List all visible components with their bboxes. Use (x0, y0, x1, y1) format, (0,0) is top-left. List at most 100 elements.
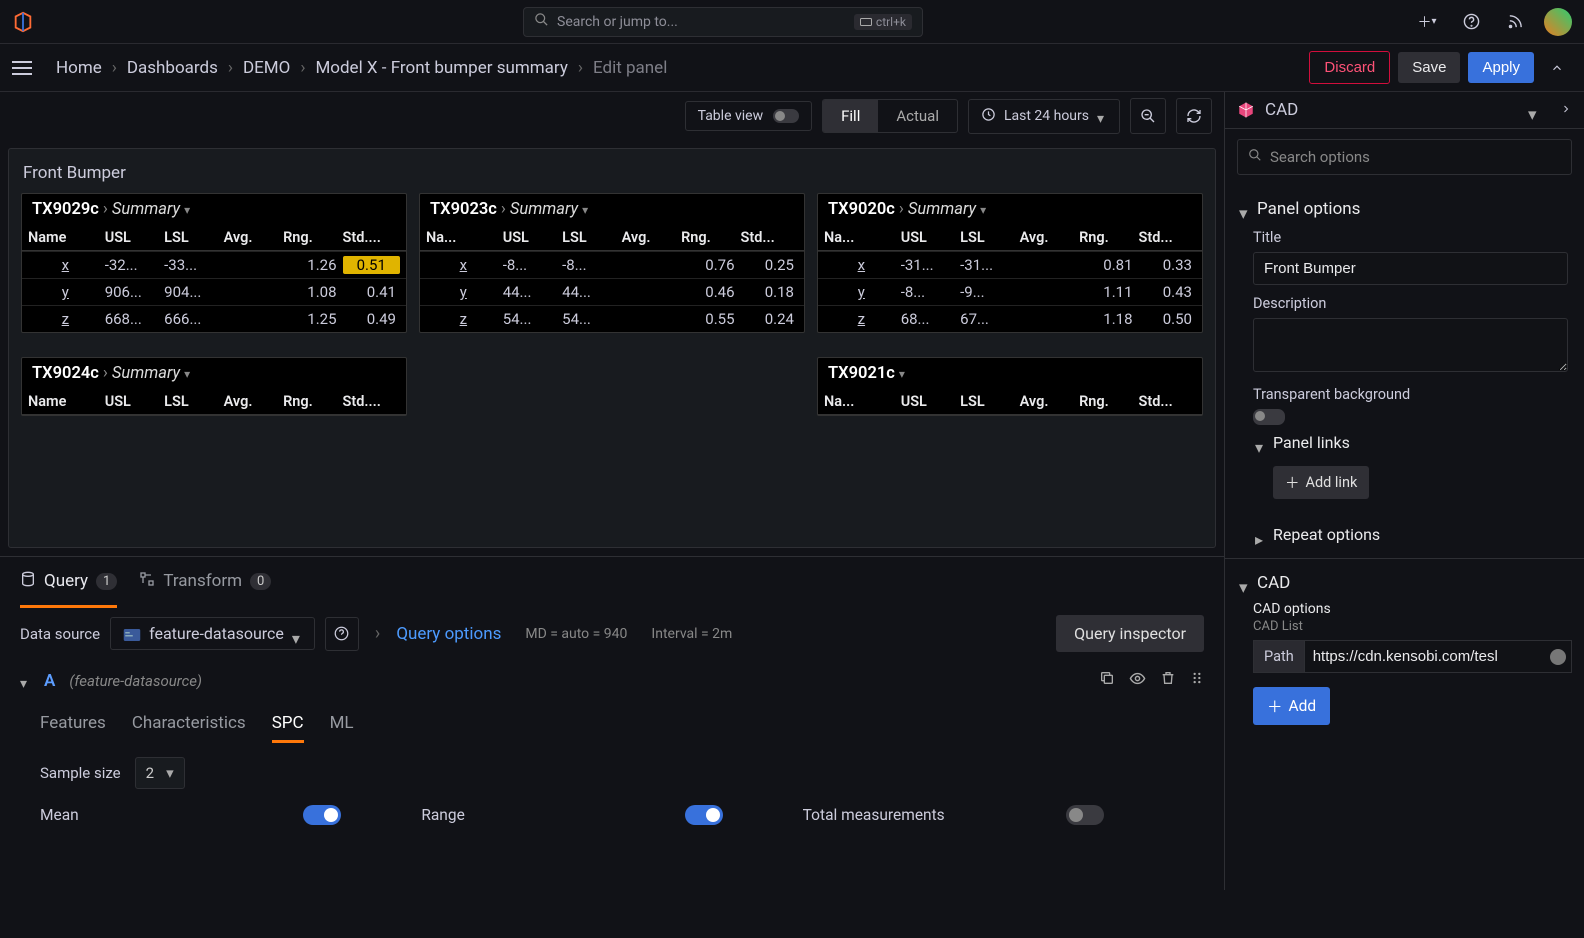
section-panel-options[interactable]: Panel options (1239, 199, 1570, 219)
add-link-button[interactable]: ＋Add link (1273, 466, 1369, 499)
cad-add-button[interactable]: ＋Add (1253, 687, 1330, 725)
table-view-switch[interactable] (773, 109, 799, 123)
search-shortcut: ctrl+k (854, 14, 912, 30)
column-header: Na... (824, 393, 899, 410)
column-header: USL (105, 229, 162, 246)
app-logo[interactable] (12, 11, 34, 33)
table-header[interactable]: TX9029c › Summary ▾ (22, 194, 406, 225)
table-header[interactable]: TX9024c › Summary ▾ (22, 358, 406, 389)
add-menu[interactable]: ＋ ▾ (1412, 7, 1442, 37)
summary-table: TX9020c › Summary ▾Na...USLLSLAvg.Rng.St… (817, 193, 1203, 333)
query-interval: Interval = 2m (651, 626, 732, 642)
table-row: z668...666...1.250.49 (22, 305, 406, 332)
apply-button[interactable]: Apply (1468, 52, 1534, 83)
column-header: Std.... (343, 393, 400, 410)
table-row: x-31...-31...0.810.33 (818, 251, 1202, 278)
column-header: Name (28, 393, 103, 410)
global-search[interactable]: Search or jump to... ctrl+k (523, 7, 923, 37)
table-row: x-8...-8...0.760.25 (420, 251, 804, 278)
column-header: Std.... (343, 229, 400, 246)
column-header: Avg. (1020, 229, 1077, 246)
column-header: LSL (164, 393, 221, 410)
breadcrumb: Home› Dashboards› DEMO› Model X - Front … (56, 58, 667, 78)
tab-transform[interactable]: Transform 0 (139, 561, 271, 602)
sample-size-select[interactable]: 2 (135, 757, 185, 789)
table-row: y-8...-9...1.110.43 (818, 278, 1202, 305)
tab-query[interactable]: Query 1 (20, 561, 117, 602)
cad-path-input[interactable] (1304, 640, 1572, 673)
inner-tab-spc[interactable]: SPC (272, 705, 304, 741)
fill-actual-segmented: Fill Actual (822, 99, 958, 133)
column-header: Std... (741, 229, 798, 246)
datasource-help[interactable] (325, 617, 359, 651)
discard-button[interactable]: Discard (1309, 51, 1390, 84)
time-range-picker[interactable]: Last 24 hours (968, 99, 1120, 134)
transparent-bg-switch[interactable] (1253, 409, 1285, 425)
loading-indicator-icon (1550, 649, 1566, 665)
panel-preview: Front Bumper TX9029c › Summary ▾NameUSLL… (8, 148, 1216, 548)
collapse-sidepane-icon[interactable] (1542, 53, 1572, 83)
table-header[interactable]: TX9020c › Summary ▾ (818, 194, 1202, 225)
inner-tab-characteristics[interactable]: Characteristics (132, 705, 246, 741)
column-header: USL (105, 393, 162, 410)
table-view-toggle[interactable]: Table view (685, 101, 813, 131)
description-input[interactable] (1253, 318, 1568, 372)
viz-type-name[interactable]: CAD (1265, 100, 1298, 120)
inner-tab-features[interactable]: Features (40, 705, 106, 741)
clock-icon (981, 107, 996, 126)
column-header: Rng. (283, 229, 340, 246)
column-header: Avg. (224, 229, 281, 246)
column-header: Rng. (1079, 393, 1136, 410)
help-icon[interactable] (1456, 7, 1486, 37)
chevron-right-icon[interactable] (1560, 100, 1572, 120)
viz-type-icon (1237, 101, 1255, 119)
crumb-home[interactable]: Home (56, 58, 102, 78)
menu-toggle[interactable] (12, 54, 40, 82)
save-button[interactable]: Save (1398, 52, 1460, 83)
column-header: USL (901, 229, 958, 246)
column-header: USL (901, 393, 958, 410)
query-inspector-button[interactable]: Query inspector (1056, 615, 1204, 652)
section-panel-links[interactable]: Panel links (1255, 433, 1570, 452)
transform-icon (139, 571, 155, 592)
crumb-folder[interactable]: DEMO (243, 58, 290, 78)
column-header: Avg. (224, 393, 281, 410)
column-header: Na... (426, 229, 501, 246)
query-collapse[interactable] (20, 676, 30, 686)
user-avatar[interactable] (1544, 8, 1572, 36)
description-field-label: Description (1253, 295, 1570, 312)
column-header: Rng. (681, 229, 738, 246)
crumb-dashboard[interactable]: Model X - Front bumper summary (315, 58, 567, 78)
mean-switch[interactable] (303, 805, 341, 825)
path-label: Path (1253, 640, 1304, 673)
sample-size-label: Sample size (40, 764, 121, 782)
refresh-button[interactable] (1176, 98, 1212, 134)
datasource-picker[interactable]: feature-datasource (110, 617, 315, 650)
section-repeat-options[interactable]: Repeat options (1255, 525, 1570, 544)
drag-query-icon[interactable] (1190, 670, 1204, 691)
table-row: y906...904...1.080.41 (22, 278, 406, 305)
delete-query-icon[interactable] (1160, 670, 1176, 691)
query-options-link[interactable]: Query options (396, 624, 501, 644)
inner-tab-ml[interactable]: ML (330, 705, 354, 741)
rss-icon[interactable] (1500, 7, 1530, 37)
section-cad[interactable]: CAD (1239, 573, 1570, 593)
options-search[interactable]: Search options (1237, 139, 1572, 175)
table-header[interactable]: TX9021c ▾ (818, 358, 1202, 389)
title-input[interactable] (1253, 252, 1568, 285)
database-icon (20, 571, 36, 592)
chevron-down-icon[interactable] (1528, 105, 1538, 115)
fill-option[interactable]: Fill (823, 100, 878, 132)
range-switch[interactable] (685, 805, 723, 825)
column-header: Name (28, 229, 103, 246)
hide-query-icon[interactable] (1129, 670, 1146, 691)
summary-table: TX9024c › Summary ▾NameUSLLSLAvg.Rng.Std… (21, 357, 407, 416)
column-header: Avg. (1020, 393, 1077, 410)
duplicate-query-icon[interactable] (1099, 670, 1115, 691)
table-header[interactable]: TX9023c › Summary ▾ (420, 194, 804, 225)
column-header: Avg. (622, 229, 679, 246)
zoom-out-button[interactable] (1130, 98, 1166, 134)
crumb-dashboards[interactable]: Dashboards (127, 58, 218, 78)
actual-option[interactable]: Actual (878, 100, 957, 132)
total-switch[interactable] (1066, 805, 1104, 825)
